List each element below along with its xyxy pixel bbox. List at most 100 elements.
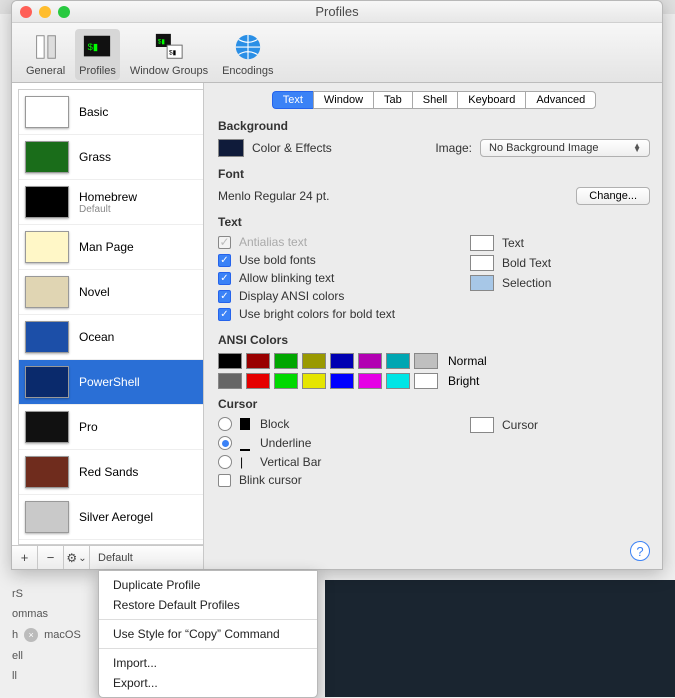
profile-homebrew[interactable]: HomebrewDefault bbox=[19, 180, 203, 225]
profile-basic[interactable]: Basic bbox=[19, 90, 203, 135]
ansi-swatch[interactable] bbox=[218, 373, 242, 389]
cursor-heading: Cursor bbox=[218, 397, 650, 411]
profile-pro[interactable]: Pro bbox=[19, 405, 203, 450]
blink-cursor-checkbox[interactable] bbox=[218, 474, 231, 487]
close-tag-icon: × bbox=[24, 628, 38, 642]
ansi-normal-row: Normal bbox=[218, 353, 650, 369]
svg-text:$▮: $▮ bbox=[169, 50, 177, 57]
profile-red-sands[interactable]: Red Sands bbox=[19, 450, 203, 495]
tab-keyboard[interactable]: Keyboard bbox=[457, 91, 525, 109]
ansi-swatch[interactable] bbox=[302, 373, 326, 389]
toolbar-label: General bbox=[26, 65, 65, 77]
traffic-lights bbox=[20, 6, 70, 18]
titlebar[interactable]: Profiles bbox=[12, 1, 662, 23]
blinking-checkbox[interactable] bbox=[218, 272, 231, 285]
background-color-swatch[interactable] bbox=[218, 139, 244, 157]
profile-thumbnail bbox=[25, 96, 69, 128]
toolbar-profiles[interactable]: $▮Profiles bbox=[75, 29, 120, 80]
set-default-button[interactable]: Default bbox=[90, 546, 203, 569]
ansi-swatch[interactable] bbox=[302, 353, 326, 369]
svg-text:$▮: $▮ bbox=[88, 42, 98, 52]
menu-import[interactable]: Import... bbox=[99, 653, 317, 673]
ansi-label: Display ANSI colors bbox=[239, 289, 344, 303]
bold-fonts-checkbox[interactable] bbox=[218, 254, 231, 267]
ansi-swatch[interactable] bbox=[386, 353, 410, 369]
ansi-swatch[interactable] bbox=[358, 373, 382, 389]
selection-color-swatch[interactable] bbox=[470, 275, 494, 291]
close-icon[interactable] bbox=[20, 6, 32, 18]
menu-separator bbox=[99, 648, 317, 649]
tab-window[interactable]: Window bbox=[313, 91, 373, 109]
ansi-swatch[interactable] bbox=[246, 353, 270, 369]
window-groups-icon: $▮$▮ bbox=[153, 31, 185, 63]
cursor-color-swatch[interactable] bbox=[470, 417, 494, 433]
profiles-list[interactable]: Basic Grass HomebrewDefault Man Page NovelOc… bbox=[18, 89, 203, 545]
ansi-swatch[interactable] bbox=[358, 353, 382, 369]
svg-text:$▮: $▮ bbox=[158, 38, 166, 45]
actions-menu-button[interactable] bbox=[64, 546, 90, 569]
profile-thumbnail bbox=[25, 411, 69, 443]
profile-man-page[interactable]: Man Page bbox=[19, 225, 203, 270]
bold-label: Use bold fonts bbox=[239, 253, 316, 267]
tab-text[interactable]: Text bbox=[272, 91, 313, 109]
change-font-button[interactable]: Change... bbox=[576, 187, 650, 205]
background-image-popup[interactable]: No Background Image ▲▼ bbox=[480, 139, 650, 157]
ansi-bright-row: Bright bbox=[218, 373, 650, 389]
menu-export[interactable]: Export... bbox=[99, 673, 317, 693]
profile-name: Grass bbox=[79, 150, 111, 164]
profile-novel[interactable]: Novel bbox=[19, 270, 203, 315]
tab-advanced[interactable]: Advanced bbox=[525, 91, 596, 109]
ansi-swatch[interactable] bbox=[274, 373, 298, 389]
profile-name: Pro bbox=[79, 420, 98, 434]
bright-bold-checkbox[interactable] bbox=[218, 308, 231, 321]
menu-use-style[interactable]: Use Style for “Copy” Command bbox=[99, 624, 317, 644]
toolbar-encodings[interactable]: Encodings bbox=[218, 29, 277, 80]
profile-name: Man Page bbox=[79, 240, 134, 254]
ansi-swatch[interactable] bbox=[414, 353, 438, 369]
bold-color-swatch[interactable] bbox=[470, 255, 494, 271]
profile-thumbnail bbox=[25, 141, 69, 173]
cursor-vbar-radio[interactable] bbox=[218, 455, 232, 469]
add-profile-button[interactable]: + bbox=[12, 546, 38, 569]
ansi-swatch[interactable] bbox=[274, 353, 298, 369]
tab-shell[interactable]: Shell bbox=[412, 91, 457, 109]
toolbar: General $▮Profiles$▮$▮Window GroupsEncodi… bbox=[12, 23, 662, 83]
profiles-icon: $▮ bbox=[81, 31, 113, 63]
cursor-underline-radio[interactable] bbox=[218, 436, 232, 450]
bg-text: rS bbox=[12, 588, 23, 600]
cursor-block-radio[interactable] bbox=[218, 417, 232, 431]
ansi-swatch[interactable] bbox=[246, 373, 270, 389]
cursor-color-label: Cursor bbox=[502, 418, 538, 432]
font-heading: Font bbox=[218, 167, 650, 181]
bg-text: h bbox=[12, 629, 18, 641]
help-button[interactable]: ? bbox=[630, 541, 650, 561]
menu-restore[interactable]: Restore Default Profiles bbox=[99, 595, 317, 615]
remove-profile-button[interactable]: − bbox=[38, 546, 64, 569]
text-color-swatch[interactable] bbox=[470, 235, 494, 251]
ansi-checkbox[interactable] bbox=[218, 290, 231, 303]
profile-silver-aerogel[interactable]: Silver Aerogel bbox=[19, 495, 203, 540]
ansi-swatch[interactable] bbox=[414, 373, 438, 389]
profile-powershell[interactable]: PowerShell bbox=[19, 360, 203, 405]
toolbar-window-groups[interactable]: $▮$▮Window Groups bbox=[126, 29, 212, 80]
profile-thumbnail bbox=[25, 231, 69, 263]
profile-thumbnail bbox=[25, 501, 69, 533]
toolbar-general[interactable]: General bbox=[22, 29, 69, 80]
antialias-checkbox bbox=[218, 236, 231, 249]
default-label: Default bbox=[98, 552, 133, 564]
zoom-icon[interactable] bbox=[58, 6, 70, 18]
antialias-label: Antialias text bbox=[239, 235, 307, 249]
ansi-swatch[interactable] bbox=[330, 353, 354, 369]
ansi-swatch[interactable] bbox=[386, 373, 410, 389]
tab-tab[interactable]: Tab bbox=[373, 91, 412, 109]
menu-duplicate[interactable]: Duplicate Profile bbox=[99, 575, 317, 595]
profile-ocean[interactable]: Ocean bbox=[19, 315, 203, 360]
ansi-swatch[interactable] bbox=[330, 373, 354, 389]
minimize-icon[interactable] bbox=[39, 6, 51, 18]
ansi-swatch[interactable] bbox=[218, 353, 242, 369]
window-title: Profiles bbox=[70, 4, 604, 19]
vbar-cursor-icon: | bbox=[240, 455, 250, 469]
preferences-window: Profiles General $▮Profiles$▮$▮Window Gro… bbox=[11, 0, 663, 570]
bg-text: ell bbox=[12, 650, 23, 662]
profile-grass[interactable]: Grass bbox=[19, 135, 203, 180]
